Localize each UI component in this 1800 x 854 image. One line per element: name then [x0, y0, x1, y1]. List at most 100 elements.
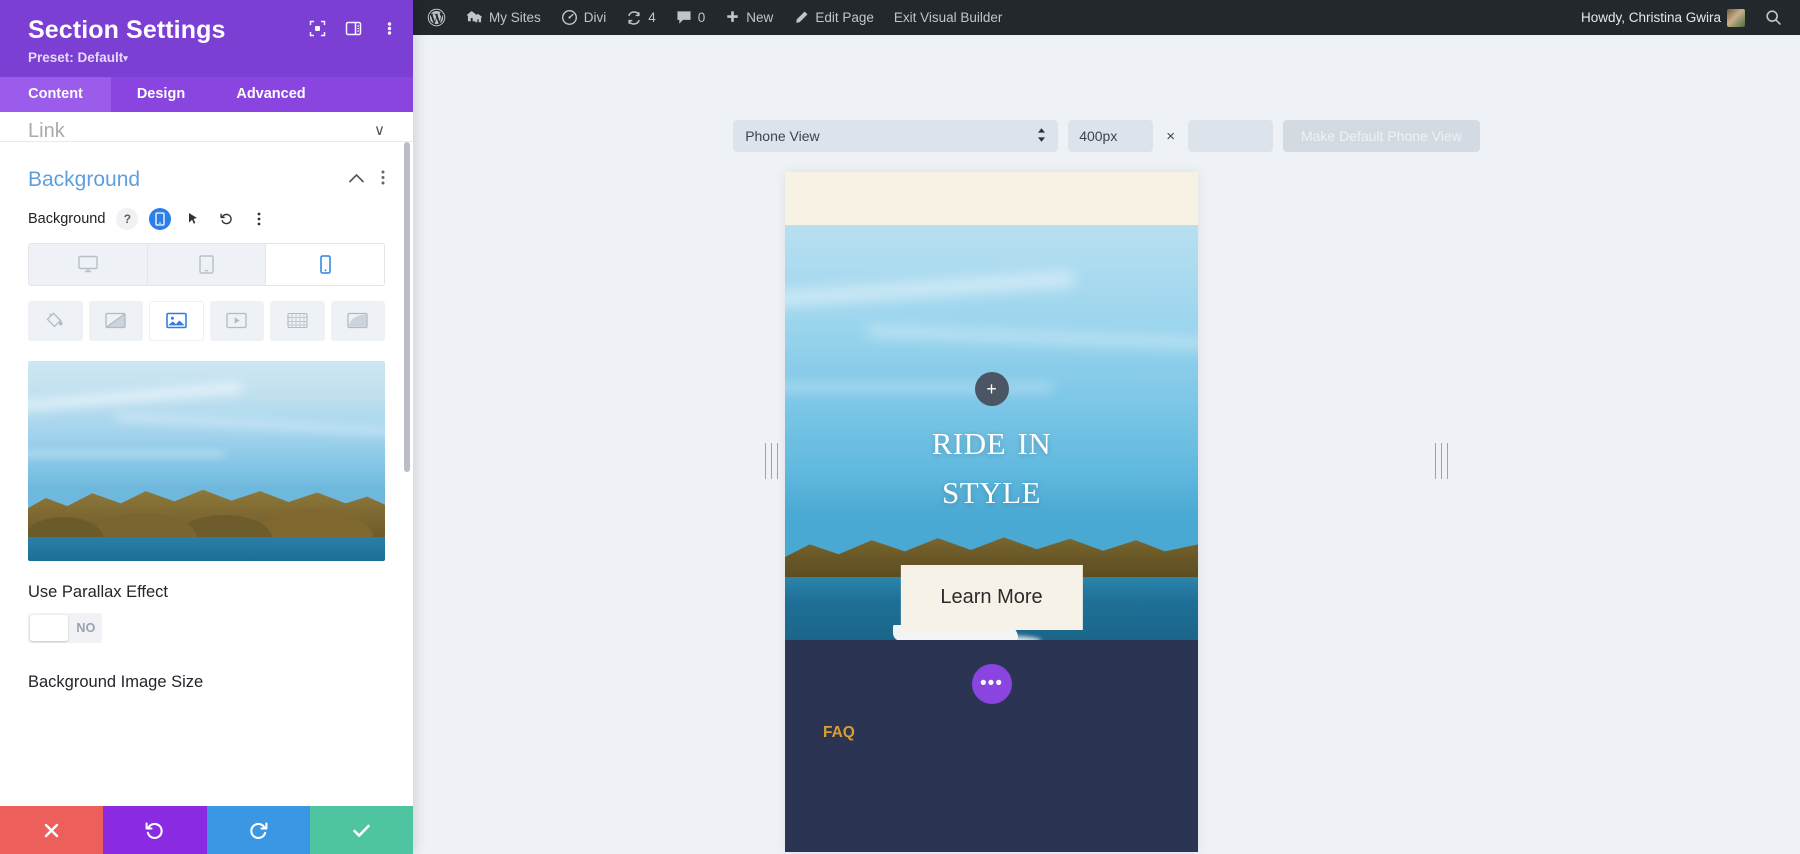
- redo-button[interactable]: [207, 806, 310, 854]
- more-options-icon[interactable]: [377, 16, 401, 40]
- parallax-label: Use Parallax Effect: [0, 561, 413, 602]
- search-icon[interactable]: [1755, 0, 1800, 35]
- resize-handle-left[interactable]: [765, 443, 778, 479]
- avatar: [1727, 9, 1745, 27]
- focus-icon[interactable]: [305, 16, 329, 40]
- dimension-separator: ×: [1163, 128, 1178, 145]
- reset-icon[interactable]: [215, 208, 237, 230]
- cloud-shape: [28, 382, 242, 414]
- background-color-icon[interactable]: [28, 301, 83, 341]
- comments-menu[interactable]: 0: [666, 0, 716, 35]
- faq-label: FAQ: [823, 724, 855, 742]
- viewport-width-input[interactable]: 400px: [1068, 120, 1153, 152]
- learn-more-button[interactable]: Learn More: [900, 565, 1082, 630]
- help-icon[interactable]: ?: [116, 208, 138, 230]
- panel-scroll-area: Link ∨ Background Background ?: [0, 112, 413, 854]
- save-button[interactable]: [310, 806, 413, 854]
- toggle-knob: [30, 615, 68, 641]
- section-options-button[interactable]: •••: [972, 664, 1012, 704]
- cloud-shape: [785, 272, 1074, 309]
- device-tab-desktop[interactable]: [29, 244, 148, 285]
- view-mode-value: Phone View: [745, 128, 819, 144]
- responsive-view-toolbar: Phone View 400px × Make Default Phone Vi…: [413, 120, 1800, 152]
- preview-top-band: [785, 172, 1198, 225]
- cloud-shape: [868, 326, 1198, 349]
- cloud-shape: [785, 383, 1053, 392]
- account-menu[interactable]: Howdy, Christina Gwira: [1571, 0, 1755, 35]
- background-image-thumbnail[interactable]: [28, 361, 385, 561]
- background-pattern-icon[interactable]: [270, 301, 325, 341]
- hero-heading-line1: Ride In: [785, 415, 1198, 464]
- chevron-down-icon: ∨: [374, 121, 385, 139]
- undo-button[interactable]: [103, 806, 206, 854]
- exit-visual-builder-button[interactable]: Exit Visual Builder: [884, 0, 1013, 35]
- device-tab-tablet[interactable]: [148, 244, 267, 285]
- builder-canvas: Phone View 400px × Make Default Phone Vi…: [413, 35, 1800, 854]
- edit-page-label: Edit Page: [815, 10, 874, 25]
- updates-menu[interactable]: 4: [616, 0, 666, 35]
- background-image-icon[interactable]: [149, 301, 204, 341]
- field-more-icon[interactable]: [248, 208, 270, 230]
- background-image-size-label: Background Image Size: [0, 643, 413, 692]
- panel-body: Link ∨ Background Background ?: [0, 112, 413, 854]
- tab-advanced[interactable]: Advanced: [211, 77, 331, 112]
- divi-label: Divi: [584, 10, 607, 25]
- background-section-controls: [348, 170, 385, 190]
- background-mask-icon[interactable]: [331, 301, 386, 341]
- viewport-height-input[interactable]: [1188, 120, 1273, 152]
- link-section-header[interactable]: Link ∨: [0, 112, 413, 142]
- panel-header: Section Settings Preset: Default▾: [0, 0, 413, 77]
- new-content-menu[interactable]: New: [715, 0, 783, 35]
- hero-section[interactable]: + Ride In Style Learn More: [785, 225, 1198, 640]
- section-more-icon[interactable]: [381, 170, 385, 190]
- wordpress-logo-icon[interactable]: [413, 0, 456, 35]
- chevron-up-icon[interactable]: [348, 171, 365, 189]
- device-tab-phone[interactable]: [266, 244, 384, 285]
- panel-tab-bar: Content Design Advanced: [0, 77, 413, 112]
- section-settings-panel: Section Settings Preset: Default▾: [0, 0, 413, 854]
- background-section-title: Background: [28, 168, 140, 192]
- responsive-device-tabs: [28, 243, 385, 286]
- hover-cursor-icon[interactable]: [182, 208, 204, 230]
- panel-footer-actions: [0, 806, 413, 854]
- background-field-label: Background: [28, 211, 105, 227]
- background-video-icon[interactable]: [210, 301, 265, 341]
- chevron-down-icon: ▾: [123, 53, 128, 63]
- layout-toggle-icon[interactable]: [341, 16, 365, 40]
- cloud-shape: [117, 413, 385, 435]
- parallax-toggle[interactable]: NO: [28, 613, 102, 643]
- tab-design[interactable]: Design: [111, 77, 211, 112]
- background-section-header[interactable]: Background: [0, 142, 413, 192]
- hero-heading: Ride In Style: [785, 415, 1198, 514]
- resize-handle-right[interactable]: [1435, 443, 1448, 479]
- tab-content[interactable]: Content: [0, 77, 111, 112]
- panel-header-icons: [305, 16, 401, 40]
- make-default-phone-view-button[interactable]: Make Default Phone View: [1283, 120, 1480, 152]
- my-sites-label: My Sites: [489, 10, 541, 25]
- viewport-width-value: 400px: [1079, 128, 1117, 144]
- toggle-value: NO: [70, 621, 102, 635]
- link-section-label: Link: [28, 120, 65, 142]
- howdy-label: Howdy, Christina Gwira: [1581, 10, 1721, 25]
- water-shape: [28, 537, 385, 561]
- dark-section[interactable]: ••• FAQ: [785, 640, 1198, 852]
- divi-menu[interactable]: Divi: [551, 0, 617, 35]
- panel-scrollbar[interactable]: [404, 142, 410, 472]
- view-mode-select[interactable]: Phone View: [733, 120, 1058, 152]
- cloud-shape: [28, 451, 224, 457]
- my-sites-menu[interactable]: My Sites: [456, 0, 551, 35]
- edit-page-menu[interactable]: Edit Page: [783, 0, 884, 35]
- background-field-label-row: Background ?: [0, 192, 413, 230]
- comments-count: 0: [698, 10, 706, 25]
- preset-selector[interactable]: Preset: Default▾: [28, 50, 395, 65]
- new-label: New: [746, 10, 773, 25]
- hero-heading-line2: Style: [785, 464, 1198, 513]
- background-type-selector: [28, 301, 385, 341]
- responsive-phone-icon[interactable]: [149, 208, 171, 230]
- wp-admin-bar: My Sites Divi 4 0 New Edit Page Exit Vis…: [413, 0, 1800, 35]
- background-gradient-icon[interactable]: [89, 301, 144, 341]
- add-module-button[interactable]: +: [975, 372, 1009, 406]
- exit-visual-builder-label: Exit Visual Builder: [894, 10, 1003, 25]
- chevron-updown-icon: [1037, 127, 1046, 145]
- cancel-button[interactable]: [0, 806, 103, 854]
